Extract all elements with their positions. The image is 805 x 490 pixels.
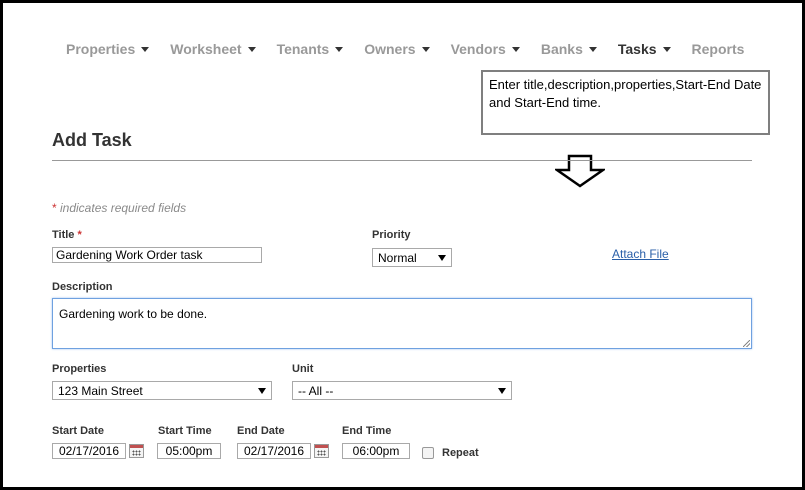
instruction-callout: Enter title,description,properties,Start… — [481, 70, 770, 135]
nav-label: Tasks — [617, 41, 657, 57]
resize-grip-icon[interactable] — [743, 340, 750, 347]
nav-tenants[interactable]: Tenants — [277, 40, 344, 58]
nav-label: Banks — [540, 41, 583, 57]
title-label: Title * — [52, 229, 82, 241]
description-textarea[interactable]: Gardening work to be done. — [52, 298, 752, 349]
unit-value: -- All -- — [298, 383, 334, 398]
start-date-input[interactable]: 02/17/2016 — [52, 443, 126, 459]
nav-label: Tenants — [276, 41, 330, 57]
page-title: Add Task — [52, 130, 132, 150]
nav-label: Owners — [364, 41, 416, 57]
nav-label: Reports — [691, 41, 745, 57]
nav-owners[interactable]: Owners — [364, 40, 430, 58]
title-input[interactable]: Gardening Work Order task — [52, 247, 262, 263]
properties-select[interactable]: 123 Main Street — [52, 381, 272, 400]
priority-label: Priority — [372, 229, 411, 241]
end-time-label: End Time — [342, 425, 392, 437]
nav-worksheet[interactable]: Worksheet — [170, 40, 256, 58]
nav-properties[interactable]: Properties — [66, 40, 150, 58]
priority-select[interactable]: Normal — [372, 248, 452, 267]
calendar-icon[interactable] — [129, 444, 144, 458]
caret-down-icon — [335, 46, 344, 52]
nav-reports[interactable]: Reports — [692, 40, 745, 58]
nav-banks[interactable]: Banks — [541, 40, 597, 58]
start-time-input[interactable]: 05:00pm — [157, 443, 221, 459]
start-time-label: Start Time — [158, 425, 212, 437]
main-nav: Properties Worksheet Tenants Owners Vend… — [66, 40, 765, 58]
dropdown-arrow-icon — [438, 254, 446, 261]
title-divider — [52, 160, 752, 161]
nav-label: Vendors — [450, 41, 506, 57]
end-date-label: End Date — [237, 425, 285, 437]
caret-down-icon — [421, 46, 430, 52]
nav-tasks[interactable]: Tasks — [618, 40, 671, 58]
description-value: Gardening work to be done. — [59, 307, 208, 321]
nav-vendors[interactable]: Vendors — [451, 40, 520, 58]
start-date-label: Start Date — [52, 425, 104, 437]
calendar-icon[interactable] — [314, 444, 329, 458]
properties-value: 123 Main Street — [58, 383, 143, 398]
title-label-text: Title — [52, 229, 75, 241]
title-required-star: * — [77, 229, 82, 241]
dropdown-arrow-icon — [258, 387, 266, 394]
priority-value: Normal — [378, 250, 417, 265]
unit-select[interactable]: -- All -- — [292, 381, 512, 400]
end-time-input[interactable]: 06:00pm — [342, 443, 410, 459]
caret-down-icon — [662, 46, 671, 52]
caret-down-icon — [247, 46, 256, 52]
unit-label: Unit — [292, 363, 314, 375]
nav-label: Properties — [66, 41, 136, 57]
properties-label: Properties — [52, 363, 107, 375]
end-date-input[interactable]: 02/17/2016 — [237, 443, 311, 459]
dropdown-arrow-icon — [498, 387, 506, 394]
nav-label: Worksheet — [170, 41, 242, 57]
repeat-label: Repeat — [442, 447, 479, 459]
repeat-checkbox[interactable] — [422, 447, 434, 459]
caret-down-icon — [511, 46, 520, 52]
caret-down-icon — [588, 46, 597, 52]
caret-down-icon — [141, 46, 150, 52]
required-note-text: indicates required fields — [56, 201, 187, 215]
attach-file-link[interactable]: Attach File — [612, 247, 669, 261]
description-label: Description — [52, 281, 113, 293]
required-fields-note: * indicates required fields — [52, 201, 186, 215]
